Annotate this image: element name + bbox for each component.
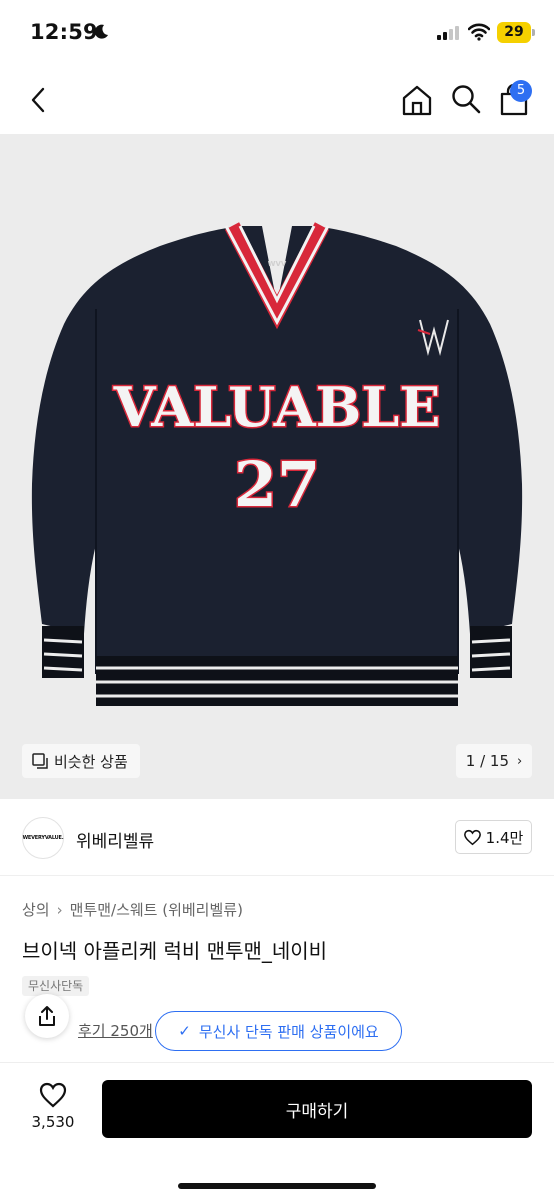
brand-logo[interactable]: WEVERYVALUE. xyxy=(22,817,64,859)
chevron-right-icon: › xyxy=(56,900,63,919)
breadcrumb-category[interactable]: 상의 xyxy=(22,899,50,920)
search-icon[interactable] xyxy=(450,83,482,115)
product-title: 브이넥 아플리케 럭비 맨투맨_네이비 xyxy=(22,939,328,963)
exclusive-tooltip: ✓ 무신사 단독 판매 상품이에요 xyxy=(155,1011,402,1051)
page-counter-text: 1 / 15 xyxy=(465,752,510,770)
battery-tip xyxy=(532,29,535,36)
status-bar: 12:59 29 xyxy=(0,0,554,64)
product-image-gallery[interactable]: WVV VALUABLE 27 xyxy=(0,134,554,799)
exclusive-tooltip-text: 무신사 단독 판매 상품이에요 xyxy=(198,1022,379,1041)
brand-like-button[interactable]: 1.4만 xyxy=(455,820,532,854)
home-indicator xyxy=(178,1183,376,1189)
cart-count-badge: 5 xyxy=(510,80,532,102)
brand-row[interactable]: WEVERYVALUE. 위베리벨류 1.4만 xyxy=(0,800,554,876)
neck-tag: WVV xyxy=(268,260,287,268)
print-number: 27 xyxy=(234,448,320,521)
brand-name[interactable]: 위베리벨류 xyxy=(76,827,154,852)
brand-like-count: 1.4만 xyxy=(485,828,524,847)
status-time: 12:59 xyxy=(30,20,98,44)
breadcrumb-subcategory[interactable]: 맨투맨/스웨트 (위베리벨류) xyxy=(70,899,243,920)
review-link[interactable]: 후기 250개 xyxy=(78,1022,153,1040)
nav-bar xyxy=(0,64,554,134)
share-button[interactable] xyxy=(25,994,69,1038)
buy-button[interactable]: 구매하기 xyxy=(102,1080,532,1138)
check-icon: ✓ xyxy=(178,1022,191,1040)
wishlist-count: 3,530 xyxy=(31,1113,75,1131)
share-icon xyxy=(39,1006,55,1026)
moon-icon xyxy=(94,24,108,39)
signal-icon xyxy=(437,26,459,40)
similar-products-label: 비슷한 상품 xyxy=(54,752,128,771)
heart-icon xyxy=(463,829,481,845)
breadcrumb: 상의 › 맨투맨/스웨트 (위베리벨류) xyxy=(22,899,243,920)
battery-icon: 29 xyxy=(497,22,531,43)
wifi-icon xyxy=(468,23,490,41)
similar-items-icon xyxy=(32,753,48,769)
image-page-counter[interactable]: 1 / 15 › xyxy=(456,744,532,778)
similar-products-button[interactable]: 비슷한 상품 xyxy=(22,744,140,778)
back-icon[interactable] xyxy=(24,84,52,116)
print-valuable: VALUABLE xyxy=(113,375,441,439)
chevron-right-icon: › xyxy=(517,753,523,769)
exclusive-badge: 무신사단독 xyxy=(22,976,90,996)
wishlist-heart-icon[interactable] xyxy=(39,1082,67,1108)
home-icon[interactable] xyxy=(400,83,434,117)
product-photo: WVV VALUABLE 27 xyxy=(31,222,523,706)
